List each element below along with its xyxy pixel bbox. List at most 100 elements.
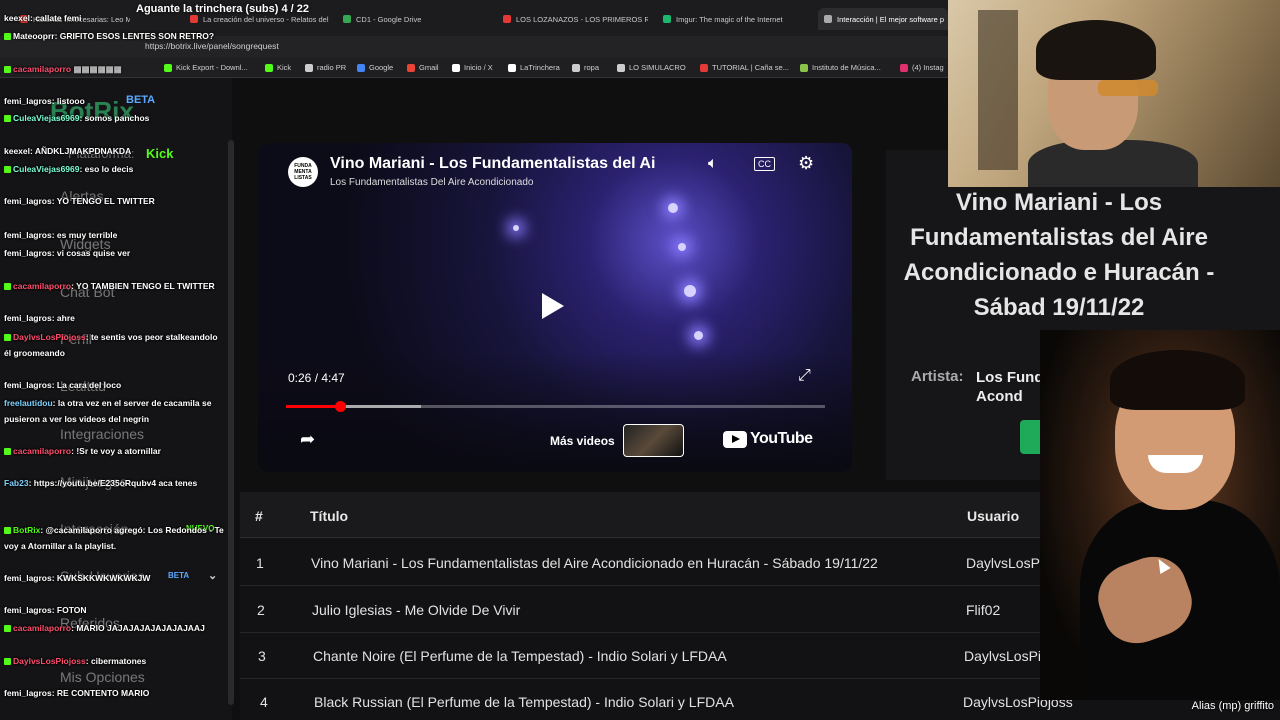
bookmark-3[interactable]: Google xyxy=(357,63,393,72)
tab-5-active[interactable]: Interacción | El mejor software p xyxy=(818,8,948,30)
row-title: Black Russian (El Perfume de la Tempesta… xyxy=(314,694,734,710)
row-number: 4 xyxy=(260,694,268,710)
bookmark-label: Kick xyxy=(277,63,292,72)
bookmark-6[interactable]: LaTrinchera xyxy=(508,63,560,72)
bookmark-icon xyxy=(265,63,273,72)
chat-username: cacamilaporro xyxy=(13,623,72,633)
chat-message: cacamilaporro: MARIO JAJAJAJAJAJAJAJAAJ xyxy=(4,620,226,636)
chat-text: : YO TENGO EL TWITTER xyxy=(51,196,155,206)
tab-label: CD1 - Google Drive xyxy=(356,14,422,24)
share-icon[interactable]: ➦ xyxy=(300,429,315,450)
column-header-number: # xyxy=(255,508,263,524)
badge-icon xyxy=(4,115,11,123)
emote-icons: ▦▦▦▦▦▦ xyxy=(73,64,122,74)
video-crowd xyxy=(258,352,852,472)
bookmark-icon xyxy=(407,63,415,72)
badge-icon xyxy=(4,283,11,291)
badge-icon xyxy=(4,334,11,342)
chat-text: : AÑDKLJMAKPDNAKDA xyxy=(30,146,132,156)
chat-username: CuleaViejas6969 xyxy=(13,164,80,174)
settings-icon[interactable]: ⚙ xyxy=(798,153,814,174)
chat-text: : YO TAMBIEN TENGO EL TWITTER xyxy=(71,281,215,291)
badge-icon xyxy=(4,658,11,666)
tab-label: Imgur: The magic of the Internet xyxy=(676,14,783,24)
folder-icon xyxy=(572,63,580,72)
chat-username: femi_lagros xyxy=(4,196,52,206)
row-number: 2 xyxy=(257,602,265,618)
progress-played xyxy=(286,405,340,408)
artist-label: Artista: xyxy=(911,368,964,385)
guest-hair xyxy=(1110,350,1245,410)
chat-text: : RE CONTENTO MARIO xyxy=(51,688,150,698)
video-player[interactable]: FUNDA MENTA LISTAS Vino Mariani - Los Fu… xyxy=(258,143,852,472)
more-videos-thumbnail[interactable] xyxy=(623,424,684,457)
alias-overlay: Alias (mp) griffito xyxy=(1191,700,1274,712)
tab-2[interactable]: CD1 - Google Drive xyxy=(343,10,493,28)
bookmark-10[interactable]: Instituto de Música... xyxy=(800,63,881,72)
chat-username: femi_lagros xyxy=(4,605,52,615)
chat-username: BotRix xyxy=(13,525,41,535)
bookmark-label: LaTrinchera xyxy=(520,63,560,72)
chat-message: keexel: AÑDKLJMAKPDNAKDA xyxy=(4,143,226,159)
chat-username: DaylvsLosPiojoss xyxy=(13,332,86,342)
badge-icon xyxy=(4,66,11,74)
bookmark-icon xyxy=(900,63,908,72)
chat-message: femi_lagros: YO TENGO EL TWITTER xyxy=(4,193,226,209)
bookmark-label: ropa xyxy=(584,63,600,72)
chat-text: : eso lo decis xyxy=(79,164,134,174)
chat-message: Fab23: https://youtu.be/E235oRqubv4 aca … xyxy=(4,475,226,491)
chat-message: femi_lagros: FOTON xyxy=(4,602,226,618)
more-videos-label[interactable]: Más videos xyxy=(550,434,615,448)
chat-text: : vi cosas quise ver xyxy=(51,248,131,258)
column-header-title: Título xyxy=(310,508,349,524)
chat-text: : !Sr te voy a atornillar xyxy=(71,446,161,456)
row-title: Chante Noire (El Perfume de la Tempestad… xyxy=(313,648,727,664)
play-icon[interactable] xyxy=(542,293,564,319)
bookmark-5[interactable]: Inicio / X xyxy=(452,63,493,72)
bookmark-8[interactable]: LO SIMULACRO xyxy=(617,63,686,72)
video-progress-bar[interactable] xyxy=(286,401,825,412)
channel-logo[interactable]: FUNDA MENTA LISTAS xyxy=(288,157,318,187)
chat-username: keexel xyxy=(4,13,30,23)
bookmark-1[interactable]: Kick xyxy=(265,63,291,72)
bookmark-label: TUTORIAL | Caña se... xyxy=(712,63,789,72)
badge-icon xyxy=(4,33,11,41)
youtube-label: YouTube xyxy=(750,430,813,447)
tab-favicon xyxy=(503,15,511,23)
chat-username: femi_lagros xyxy=(4,96,52,106)
badge-icon xyxy=(4,448,11,456)
stage-light xyxy=(684,285,696,297)
progress-knob[interactable] xyxy=(334,401,346,412)
bookmark-label: LO SIMULACRO xyxy=(629,63,686,72)
bookmark-2[interactable]: radio PR xyxy=(305,63,346,72)
captions-icon[interactable]: CC xyxy=(754,157,775,171)
chat-username: CuleaViejas6969 xyxy=(13,113,80,123)
chat-text: : MARIO JAJAJAJAJAJAJAJAAJ xyxy=(71,623,205,633)
chat-message: BotRix: @cacamilaporro agregó: Los Redon… xyxy=(4,522,226,554)
bookmark-4[interactable]: Gmail xyxy=(407,63,439,72)
song-info-title: Vino Mariani - Los Fundamentalistas del … xyxy=(903,189,1215,321)
green-action-button[interactable] xyxy=(1020,420,1040,454)
chat-message: femi_lagros: es muy terrible xyxy=(4,227,226,243)
volume-icon[interactable]: 🔈︎ xyxy=(708,155,718,173)
tab-4[interactable]: Imgur: The magic of the Internet xyxy=(663,10,808,28)
row-user: DaylvsLosPi xyxy=(966,555,1044,571)
youtube-icon xyxy=(723,430,747,448)
youtube-logo[interactable]: YouTube xyxy=(723,430,813,448)
bookmark-label: radio PR xyxy=(317,63,347,72)
chat-username: cacamilaporro xyxy=(13,64,72,74)
folder-icon xyxy=(617,63,625,72)
stage-light xyxy=(513,225,519,231)
bookmark-icon xyxy=(357,63,365,72)
chat-text: : La cara del loco xyxy=(51,380,122,390)
video-channel[interactable]: Los Fundamentalistas Del Aire Acondicion… xyxy=(330,177,533,188)
bookmark-9[interactable]: TUTORIAL | Caña se... xyxy=(700,63,789,72)
bookmark-11[interactable]: (4) Instag xyxy=(900,63,944,72)
tab-3[interactable]: LOS LOZANAZOS - LOS PRIMEROS R xyxy=(503,10,648,28)
row-title: Julio Iglesias - Me Olvide De Vivir xyxy=(312,602,521,618)
video-title[interactable]: Vino Mariani - Los Fundamentalistas del … xyxy=(330,155,655,173)
chat-message: femi_lagros: KWKSKKWKWKWKJW xyxy=(4,570,226,586)
bookmark-7[interactable]: ropa xyxy=(572,63,599,72)
fullscreen-icon[interactable]: ⤢ xyxy=(798,367,811,385)
chat-username: Fab23 xyxy=(4,478,29,488)
